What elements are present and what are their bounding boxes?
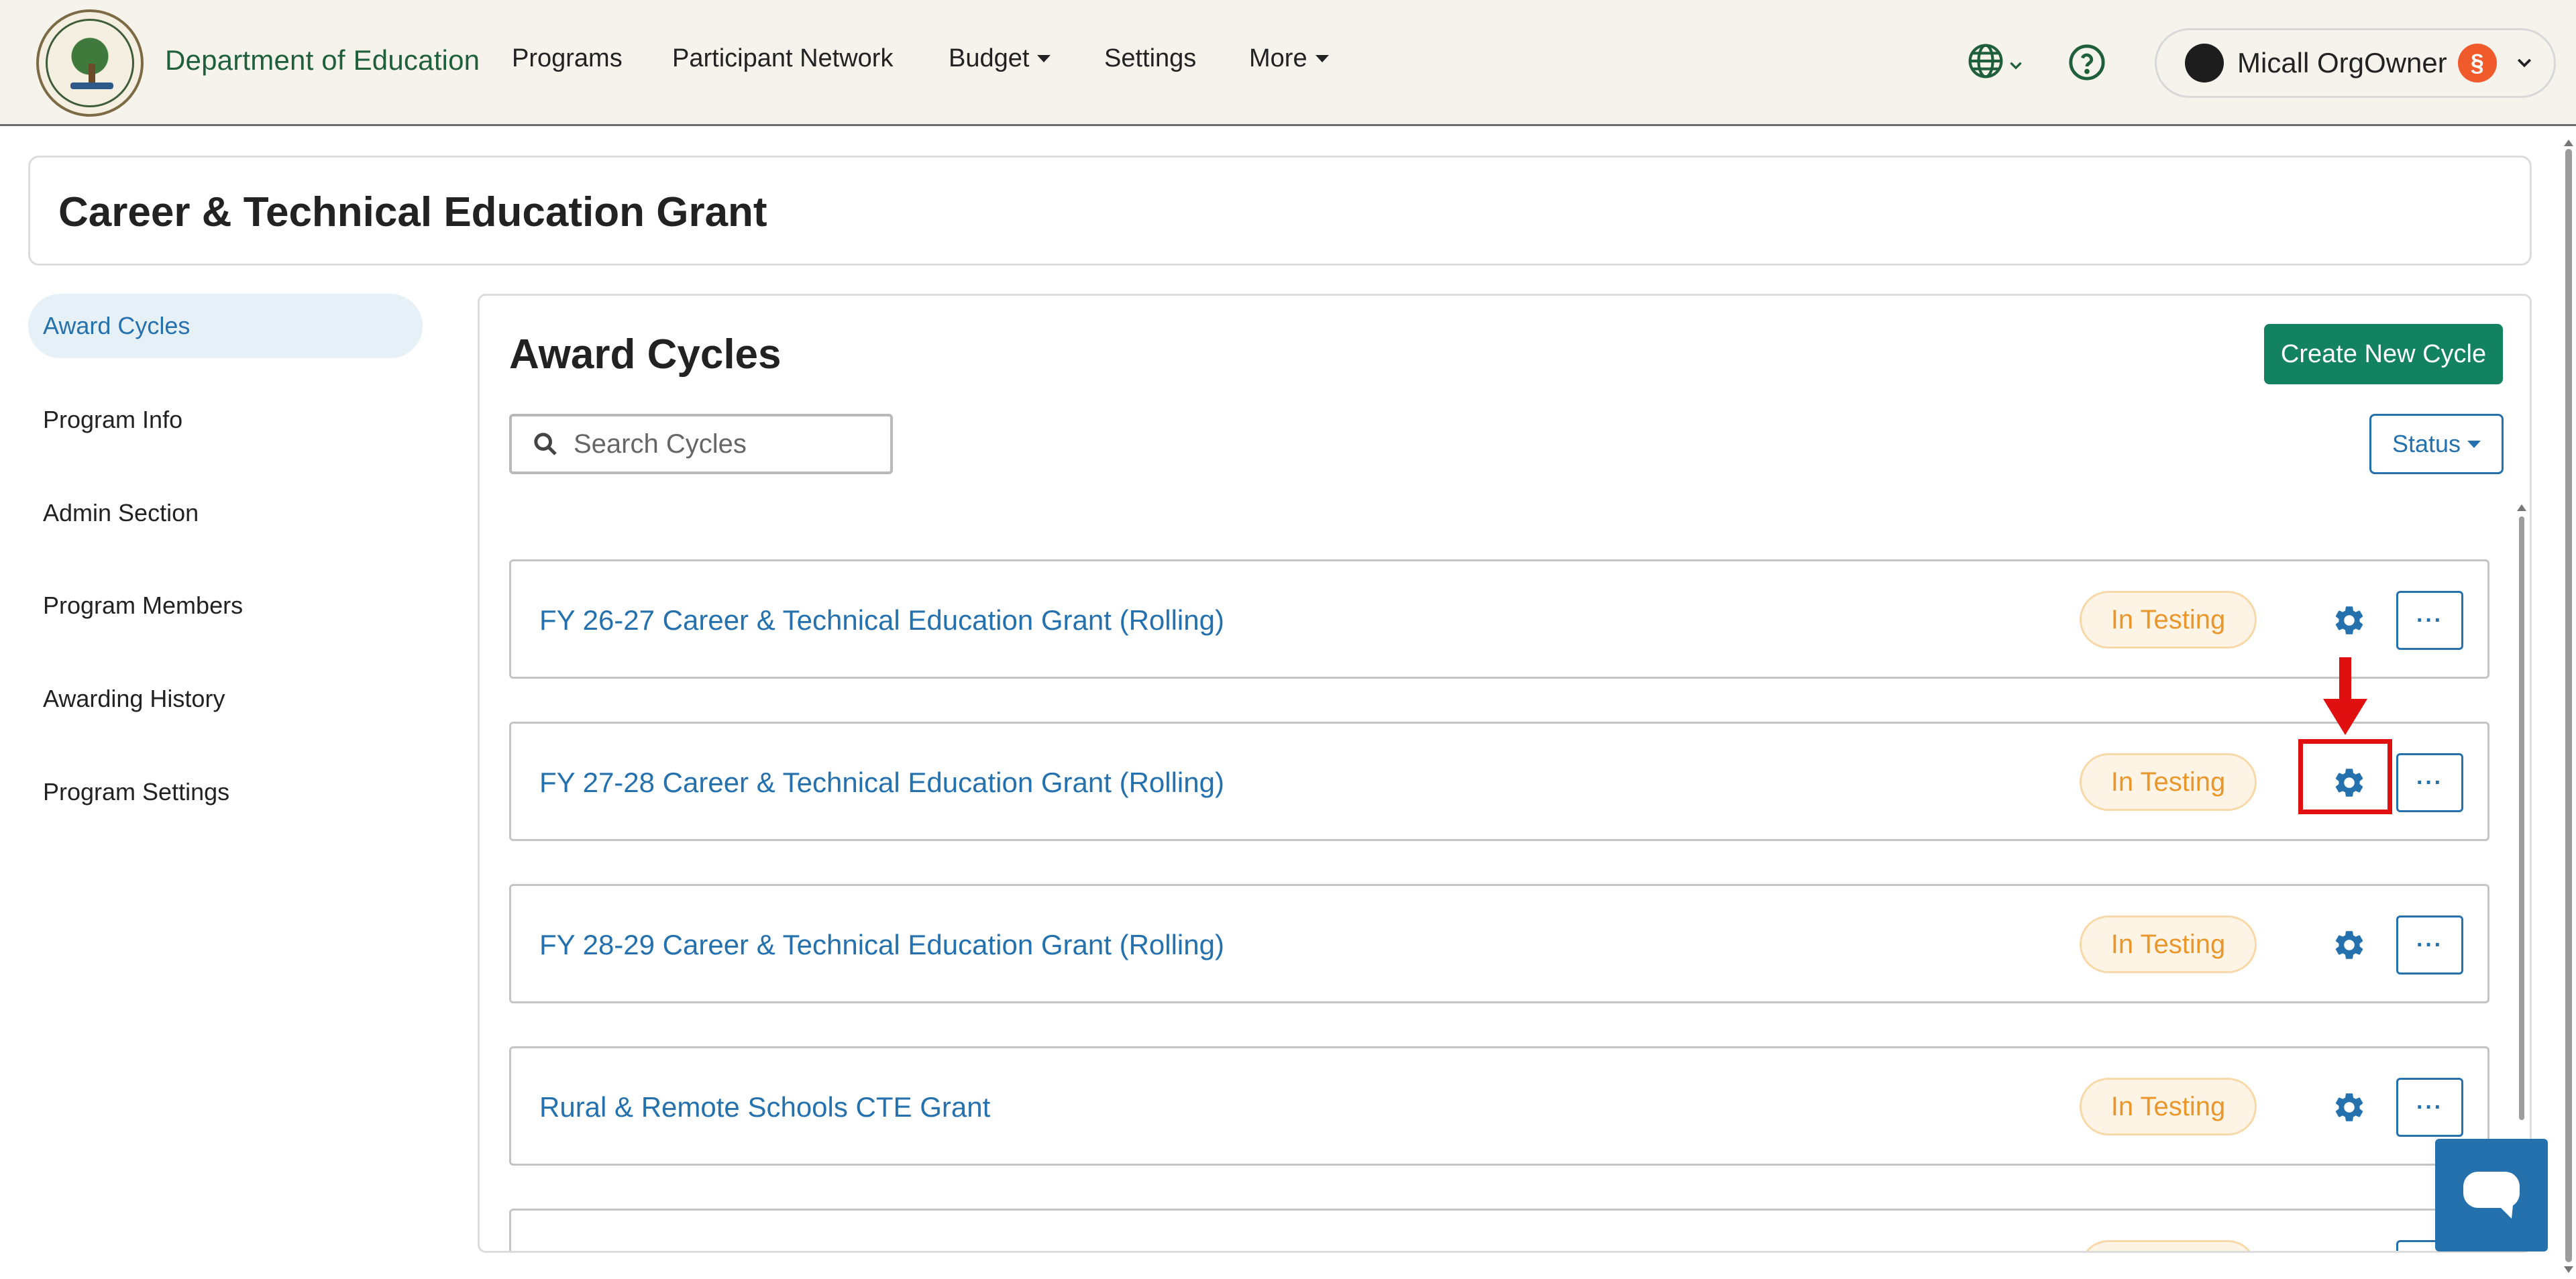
cycle-name-link[interactable]: Rural & Remote Schools CTE Grant xyxy=(539,1091,990,1123)
sidebar-item-label: Award Cycles xyxy=(43,312,191,339)
nav-programs[interactable]: Programs xyxy=(512,44,623,73)
status-badge: In Testing xyxy=(2080,753,2257,811)
gear-icon xyxy=(2335,606,2363,634)
page-scrollbar[interactable] xyxy=(2565,149,2572,1262)
gear-icon xyxy=(2335,931,2363,959)
nav-programs-label: Programs xyxy=(512,44,623,72)
more-actions-button[interactable]: ··· xyxy=(2396,915,2463,975)
chat-bubble-icon xyxy=(2463,1172,2520,1219)
cycle-settings-button[interactable] xyxy=(2329,1249,2369,1253)
org-name-link[interactable]: Department of Education xyxy=(165,44,480,76)
sidebar-item-awarding-history[interactable]: Awarding History xyxy=(28,667,423,731)
nav-budget-label: Budget xyxy=(949,44,1030,72)
page-scroll-down-arrow[interactable] xyxy=(2564,1266,2573,1273)
sidebar-item-admin-section[interactable]: Admin Section xyxy=(28,481,423,545)
gear-icon xyxy=(2332,1252,2367,1253)
help-icon xyxy=(2069,44,2105,80)
chat-widget-button[interactable] xyxy=(2435,1139,2548,1252)
sidebar-item-label: Awarding History xyxy=(43,685,225,712)
cycle-row: ··· xyxy=(509,1209,2489,1253)
sidebar-item-program-info[interactable]: Program Info xyxy=(28,388,423,452)
status-badge xyxy=(2080,1240,2257,1251)
department-seal-logo[interactable] xyxy=(36,9,144,117)
panel-scroll-up-arrow[interactable] xyxy=(2517,504,2526,511)
nav-participant-network-label: Participant Network xyxy=(672,44,894,72)
globe-icon xyxy=(1968,44,2003,78)
cycle-row: Rural & Remote Schools CTE Grant In Test… xyxy=(509,1046,2489,1166)
search-input[interactable] xyxy=(574,429,882,459)
nav-participant-network[interactable]: Participant Network xyxy=(672,44,893,73)
nav-settings-label: Settings xyxy=(1104,44,1197,72)
program-header: Career & Technical Education Grant xyxy=(28,156,2532,266)
status-filter-label: Status xyxy=(2392,430,2461,457)
cycle-row: FY 28-29 Career & Technical Education Gr… xyxy=(509,884,2489,1003)
chevron-down-icon xyxy=(2517,58,2531,68)
status-badge: In Testing xyxy=(2080,591,2257,649)
status-badge: In Testing xyxy=(2080,1078,2257,1135)
user-name: Micall OrgOwner xyxy=(2237,47,2447,78)
search-icon xyxy=(534,433,557,455)
page-scroll-up-arrow[interactable] xyxy=(2564,140,2573,146)
panel-scrollbar[interactable] xyxy=(2519,516,2524,1120)
user-badge-icon: § xyxy=(2457,44,2497,82)
status-badge: In Testing xyxy=(2080,915,2257,973)
sidebar-item-label: Program Info xyxy=(43,406,183,433)
cycle-name-link[interactable]: FY 26-27 Career & Technical Education Gr… xyxy=(539,604,1224,636)
nav-more-label: More xyxy=(1249,44,1307,72)
caret-down-icon xyxy=(1315,55,1329,62)
annotation-arrow-icon xyxy=(2323,657,2367,735)
cycle-row: FY 26-27 Career & Technical Education Gr… xyxy=(509,559,2489,679)
caret-down-icon xyxy=(2467,440,2481,448)
user-menu[interactable]: Micall OrgOwner § xyxy=(2155,28,2556,98)
search-cycles-field[interactable] xyxy=(509,414,893,474)
create-new-cycle-button[interactable]: Create New Cycle xyxy=(2264,324,2503,384)
more-actions-button[interactable]: ··· xyxy=(2396,591,2463,650)
sidebar-item-label: Program Members xyxy=(43,592,244,619)
chevron-down-icon xyxy=(2010,62,2022,70)
cycle-settings-button[interactable] xyxy=(2329,925,2369,965)
page-title: Career & Technical Education Grant xyxy=(58,189,767,235)
help-button[interactable] xyxy=(2068,43,2106,82)
nav-more-dropdown[interactable]: More xyxy=(1249,44,1329,73)
nav-settings[interactable]: Settings xyxy=(1104,44,1196,73)
top-nav: Department of Education Programs Partici… xyxy=(0,0,2576,126)
sidebar-item-label: Program Settings xyxy=(43,778,230,805)
cycle-settings-button[interactable] xyxy=(2329,600,2369,641)
gear-icon xyxy=(2335,1093,2363,1121)
more-actions-button[interactable]: ··· xyxy=(2396,1078,2463,1137)
nav-budget-dropdown[interactable]: Budget xyxy=(949,44,1051,73)
sidebar-item-award-cycles[interactable]: Award Cycles xyxy=(28,294,423,358)
annotation-highlight-box xyxy=(2298,739,2392,814)
cycle-name-link[interactable]: FY 27-28 Career & Technical Education Gr… xyxy=(539,767,1224,799)
sidebar-item-label: Admin Section xyxy=(43,499,199,526)
caret-down-icon xyxy=(1037,55,1051,62)
section-title: Award Cycles xyxy=(509,331,782,378)
sidebar-item-program-settings[interactable]: Program Settings xyxy=(28,760,423,824)
cycle-settings-button[interactable] xyxy=(2329,1087,2369,1127)
status-filter-dropdown[interactable]: Status xyxy=(2369,414,2504,474)
seal-tree-icon xyxy=(46,19,134,107)
award-cycles-panel: Award Cycles Create New Cycle Status FY … xyxy=(478,294,2532,1253)
avatar xyxy=(2185,44,2224,82)
cycle-row: FY 27-28 Career & Technical Education Gr… xyxy=(509,722,2489,841)
more-actions-button[interactable]: ··· xyxy=(2396,753,2463,812)
sidebar-item-program-members[interactable]: Program Members xyxy=(28,573,423,638)
cycle-name-link[interactable]: FY 28-29 Career & Technical Education Gr… xyxy=(539,929,1224,961)
language-selector[interactable] xyxy=(1967,38,2034,85)
